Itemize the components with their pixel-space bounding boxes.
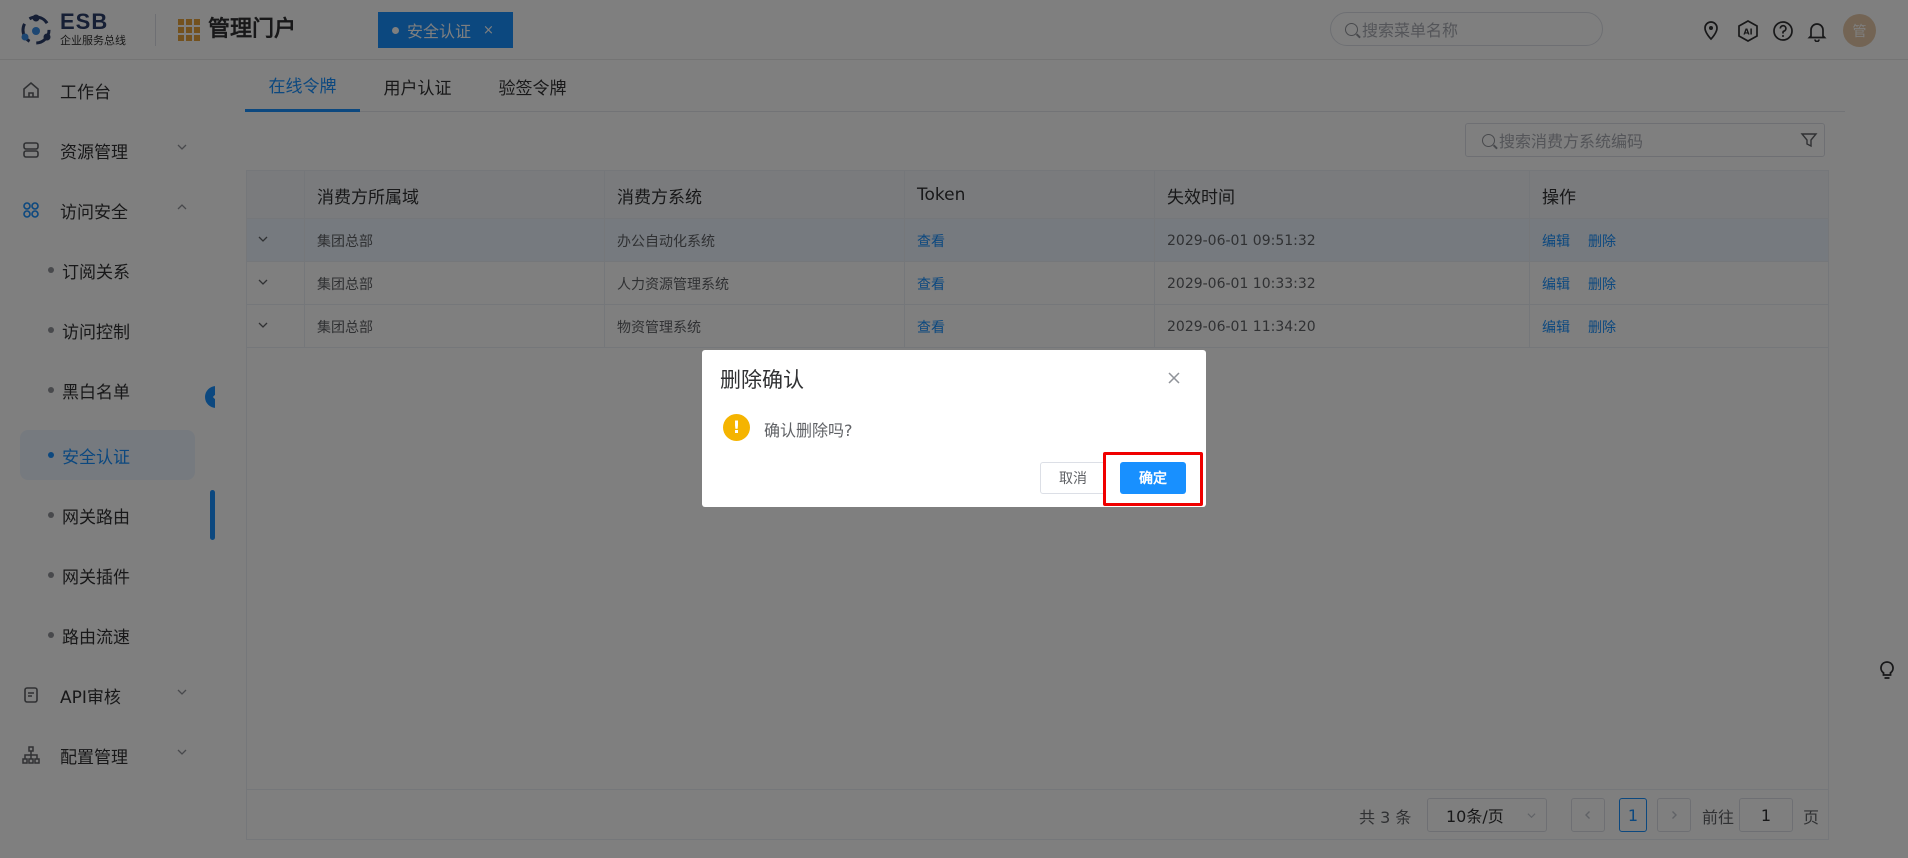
close-icon[interactable] [1166,370,1182,386]
cancel-button[interactable]: 取消 [1040,462,1106,494]
warning-icon: ! [723,414,750,441]
highlight-annotation-box [1103,452,1203,506]
dialog-message: 确认删除吗? [764,421,853,440]
dialog-title: 删除确认 [720,368,804,392]
